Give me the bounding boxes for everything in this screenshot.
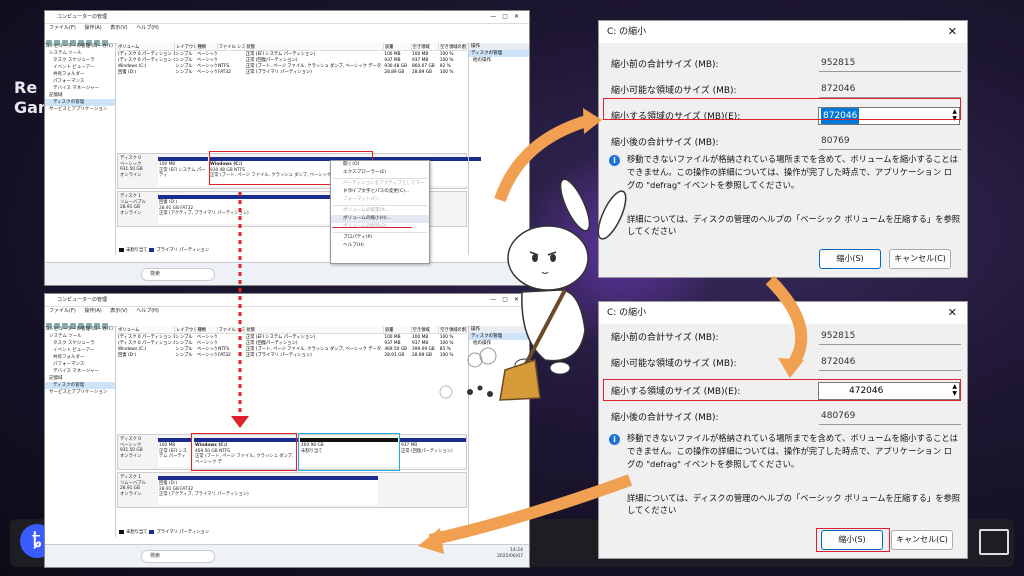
dust-cloud: [439, 347, 497, 399]
down-arrow-head: [231, 416, 249, 428]
arrow-to-result-head: [418, 528, 444, 554]
rabbit-mascot: [499, 178, 627, 401]
arrow-between-dialogs: [765, 275, 808, 372]
arrow-to-dialog: [494, 114, 592, 203]
overlay-graphics: [231, 108, 808, 554]
arrow-to-dialog-head: [583, 108, 602, 134]
arrow-between-dialogs-head: [778, 358, 804, 378]
arrow-to-result: [428, 474, 633, 546]
